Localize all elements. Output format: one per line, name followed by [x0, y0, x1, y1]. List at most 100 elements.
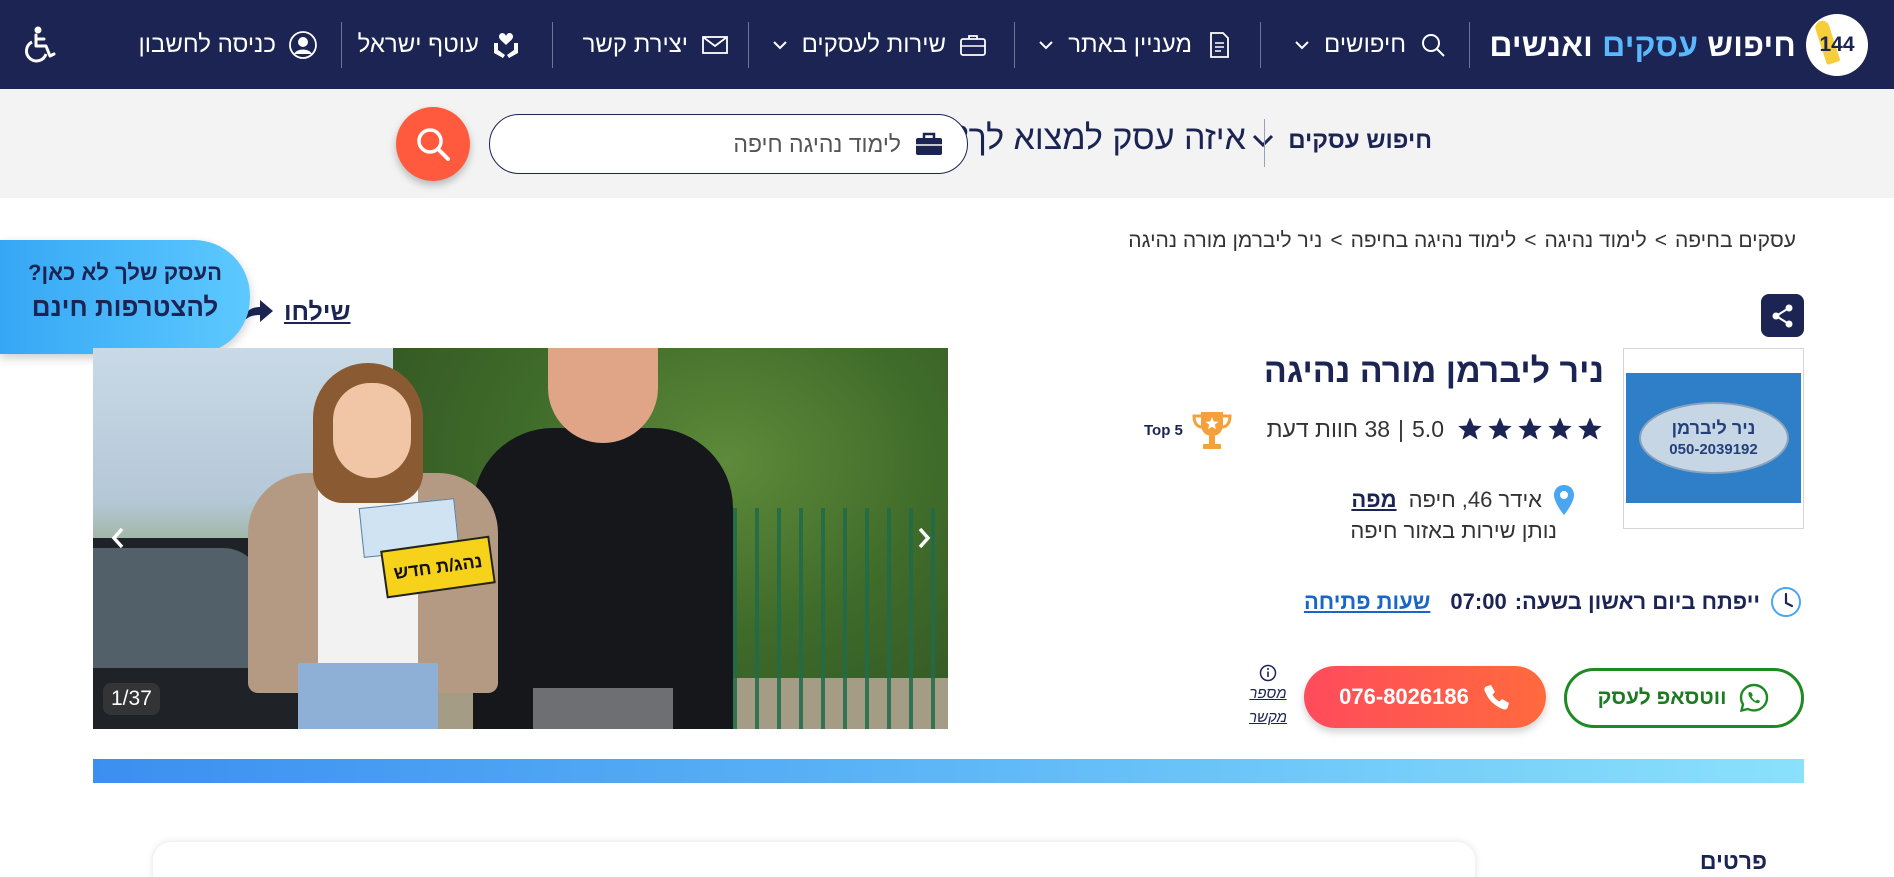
business-logo-name: ניר ליברמן: [1671, 418, 1756, 438]
rating-divider: |: [1398, 415, 1405, 442]
business-logo-oval: ניר ליברמן 050-2039192: [1638, 402, 1789, 474]
site-logo[interactable]: 144 חיפוש עסקים ואנשים: [1489, 12, 1868, 78]
send-link[interactable]: שילחו: [240, 297, 351, 327]
address-text: אידר 46, חיפה: [1408, 487, 1542, 512]
send-link-label: שילחו: [284, 297, 351, 326]
map-link[interactable]: מפה: [1351, 487, 1396, 513]
gallery-prev-button[interactable]: [103, 518, 133, 558]
star-icon: [1518, 417, 1542, 440]
opening-hours-link[interactable]: שעות פתיחה: [1304, 589, 1430, 615]
breadcrumb-item[interactable]: לימוד נהיגה: [1544, 229, 1646, 252]
join-line-1: העסק שלך לא כאן?: [28, 260, 222, 285]
accessibility-icon[interactable]: [22, 24, 62, 64]
breadcrumb-separator: >: [1524, 229, 1537, 252]
photo-car-window: [93, 548, 263, 668]
phone-icon: [1484, 685, 1509, 710]
share-button[interactable]: [1761, 294, 1804, 337]
breadcrumb-item[interactable]: עסקים בחיפה: [1675, 229, 1796, 252]
search-icon: [417, 128, 450, 161]
search-question: איזה עסק למצוא לך?: [949, 119, 1246, 157]
nav-item-business-services[interactable]: שירות לעסקים: [770, 22, 988, 68]
details-heading: פרטים: [1699, 848, 1767, 874]
rating-value: 5.0: [1412, 415, 1444, 442]
business-rating[interactable]: 5.0 | 38 חוות דעת: [1267, 415, 1604, 443]
rating-stars: [1454, 415, 1604, 443]
clock-icon: [1771, 587, 1801, 617]
nav-item-label: יצירת קשר: [582, 31, 688, 58]
nav-item-label: כניסה לחשבון: [138, 31, 276, 58]
hands-heart-icon: [491, 30, 521, 60]
phone-number: 076-8026186: [1339, 684, 1469, 709]
star-icon: [1458, 417, 1482, 440]
briefcase-icon: [958, 30, 988, 60]
gallery-next-button[interactable]: [909, 518, 939, 558]
contact-number-label: מקשר: [1249, 709, 1287, 726]
info-icon: [1259, 664, 1277, 682]
nav-item-label: חיפושים: [1324, 31, 1406, 58]
chevron-down-icon: [1036, 36, 1054, 54]
chevron-down-icon: [770, 36, 788, 54]
breadcrumb: עסקים בחיפה > לימוד נהיגה > לימוד נהיגה בחיפ…: [1128, 229, 1796, 253]
whatsapp-button[interactable]: ווטסאפ לעסק: [1564, 668, 1804, 728]
user-circle-icon: [288, 30, 318, 60]
breadcrumb-separator: >: [1330, 229, 1343, 252]
star-icon: [1488, 417, 1512, 440]
contact-number-info[interactable]: מספר מקשר: [1245, 664, 1291, 730]
trophy-icon: [1192, 412, 1232, 449]
share-icon: [1772, 304, 1792, 327]
business-address: אידר 46, חיפה מפה: [1351, 484, 1576, 516]
join-line-2: להצטרפות חינם: [31, 292, 219, 322]
chevron-down-icon: [1292, 36, 1310, 54]
search-category-dropdown[interactable]: חיפוש עסקים: [1252, 127, 1432, 155]
top5-label: Top 5: [1144, 421, 1183, 439]
nav-item-label: עוטף ישראל: [357, 31, 479, 58]
logo-text: חיפוש עסקים ואנשים: [1489, 27, 1796, 64]
hours-time: 07:00: [1450, 589, 1507, 614]
logo-word-2: עסקים: [1602, 26, 1699, 63]
whatsapp-label: ווטסאפ לעסק: [1597, 686, 1727, 709]
logo-word-3: ואנשים: [1489, 26, 1593, 63]
gallery-counter: 1/37: [103, 683, 160, 715]
search-field[interactable]: [489, 114, 968, 174]
nav-item-otef-israel[interactable]: עוטף ישראל: [358, 22, 521, 68]
search-input[interactable]: [561, 130, 901, 158]
whatsapp-icon: [1740, 683, 1769, 713]
logo-badge-number: 144: [1819, 33, 1855, 56]
top5-badge: Top 5: [1144, 408, 1233, 452]
nav-item-interesting[interactable]: מעניין באתר: [1036, 22, 1234, 68]
breadcrumb-item[interactable]: לימוד נהיגה בחיפה: [1351, 229, 1517, 252]
search-button[interactable]: [396, 107, 470, 181]
breadcrumb-separator: >: [1654, 229, 1667, 252]
nav-divider: [1260, 22, 1261, 68]
join-free-tab[interactable]: העסק שלך לא כאן? להצטרפות חינם: [0, 240, 250, 354]
document-icon: [1204, 30, 1234, 60]
envelope-icon: [700, 30, 730, 60]
photo-gallery[interactable]: נהג/ת חדש 1/37: [93, 348, 948, 729]
nav-divider: [552, 22, 553, 68]
nav-divider: [341, 22, 342, 68]
nav-item-login[interactable]: כניסה לחשבון: [139, 22, 318, 68]
star-icon: [1548, 417, 1572, 440]
business-logo: ניר ליברמן 050-2039192: [1623, 348, 1804, 529]
review-count: 38 חוות דעת: [1266, 415, 1391, 442]
contact-number-label: מספר: [1249, 685, 1287, 702]
logo-word-1: חיפוש: [1707, 26, 1796, 63]
phone-button[interactable]: 076-8026186: [1304, 666, 1546, 728]
search-icon: [1418, 30, 1448, 60]
nav-item-contact[interactable]: יצירת קשר: [583, 22, 730, 68]
top-navigation: 144 חיפוש עסקים ואנשים חיפושים מעניין בא…: [0, 0, 1894, 89]
hours-text: ייפתח ביום ראשון בשעה:: [1514, 589, 1760, 614]
search-band: חיפוש עסקים איזה עסק למצוא לך?: [0, 89, 1894, 198]
chevron-left-icon: [111, 527, 124, 549]
opening-hours: ייפתח ביום ראשון בשעה: 07:00 שעות פתיחה: [1304, 586, 1802, 618]
search-divider: [1264, 119, 1265, 167]
content-card: [153, 842, 1475, 877]
breadcrumb-current: ניר ליברמן מורה נהיגה: [1128, 229, 1323, 252]
service-area: נותן שירות באזור חיפה: [1350, 518, 1557, 543]
photo-instructor: [473, 348, 733, 729]
briefcase-icon: [916, 132, 942, 155]
nav-item-searches[interactable]: חיפושים: [1292, 22, 1448, 68]
nav-divider: [1469, 22, 1470, 68]
nav-divider: [748, 22, 749, 68]
location-pin-icon: [1554, 485, 1574, 515]
